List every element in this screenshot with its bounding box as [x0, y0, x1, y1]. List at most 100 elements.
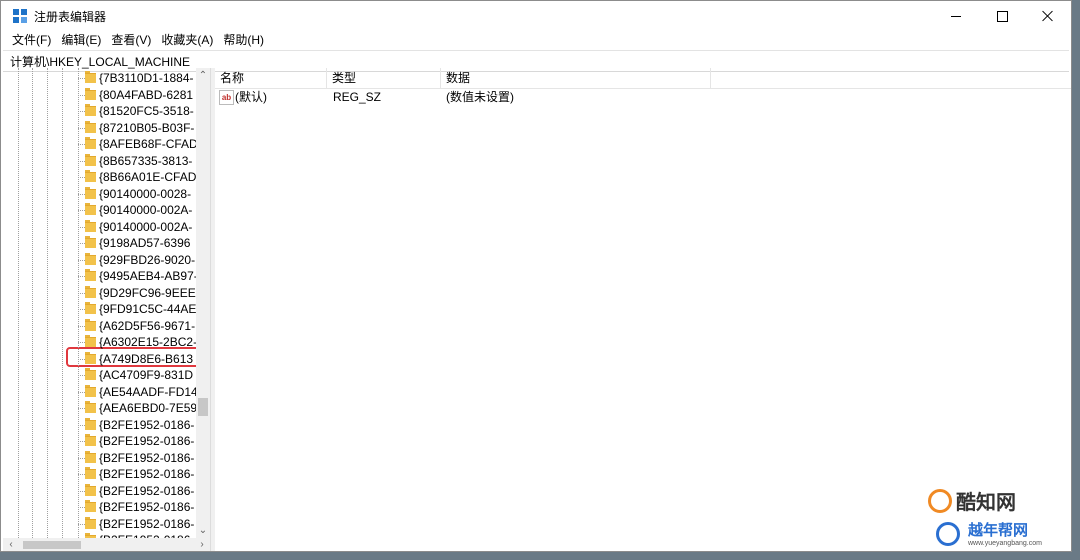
tree-item[interactable]: {B2FE1952-0186-: [3, 450, 196, 467]
registry-editor-window: 注册表编辑器 文件(F) 编辑(E) 查看(V) 收藏夹(A) 帮助(H) 计算…: [0, 0, 1072, 552]
main-content: {7B3110D1-1884- {80A4FABD-6281 {81520FC5-3…: [1, 68, 1071, 551]
tree-connector: [78, 210, 85, 211]
tree-connector: [78, 325, 85, 327]
folder-icon: [85, 500, 96, 512]
scroll-thumb[interactable]: [198, 398, 208, 416]
tree-item[interactable]: {9198AD57-6396: [3, 235, 196, 252]
tree-item[interactable]: {AE54AADF-FD14: [3, 384, 196, 401]
scroll-down-icon[interactable]: ⌄: [198, 526, 208, 536]
tree-item[interactable]: {81520FC5-3518-: [3, 103, 196, 120]
tree-item[interactable]: {90140000-0028-: [3, 186, 196, 203]
folder-icon: [85, 252, 96, 265]
tree-item-label: {B2FE1952-0186-: [99, 467, 195, 481]
tree-connector: [78, 523, 85, 525]
folder-icon: [85, 269, 96, 281]
watermark-logo-2-icon: [936, 522, 960, 546]
tree-item-label: {AE54AADF-FD14: [99, 384, 196, 399]
folder-icon: [85, 434, 96, 446]
menu-favorites[interactable]: 收藏夹(A): [156, 31, 218, 49]
tree-item[interactable]: {B2FE1952-0186-: [3, 466, 196, 483]
column-name-header[interactable]: 名称: [215, 68, 327, 88]
tree-item[interactable]: {A749D8E6-B613: [3, 351, 196, 368]
tree-connector: [78, 424, 85, 426]
tree-connector: [78, 292, 85, 294]
tree-item[interactable]: {87210B05-B03F-: [3, 120, 196, 137]
tree-connector: [78, 160, 85, 162]
folder-icon: [85, 137, 96, 149]
minimize-button[interactable]: [933, 1, 979, 31]
folder-icon: [85, 368, 96, 380]
value-row[interactable]: ab (默认) REG_SZ (数值未设置): [215, 88, 1071, 106]
tree-item-label: {81520FC5-3518-: [99, 104, 194, 118]
tree-item-label: {B2FE1952-0186-: [99, 417, 195, 432]
column-type-header[interactable]: 类型: [327, 68, 441, 88]
tree-item[interactable]: {9FD91C5C-44AE: [3, 301, 196, 318]
tree-item[interactable]: {A62D5F56-9671-: [3, 318, 196, 335]
tree-item[interactable]: {B2FE1952-0186-: [3, 516, 196, 533]
tree-item[interactable]: {B2FE1952-0186-: [3, 499, 196, 516]
tree-item[interactable]: {B2FE1952-0186-: [3, 433, 196, 450]
tree-vertical-scrollbar[interactable]: ⌃ ⌄: [196, 68, 210, 538]
folder-icon: [85, 417, 96, 430]
tree-item[interactable]: {B2FE1952-0186-: [3, 483, 196, 500]
folder-icon: [85, 71, 96, 83]
tree-item[interactable]: {90140000-002A-: [3, 202, 196, 219]
tree-item[interactable]: {8B66A01E-CFAD: [3, 169, 196, 186]
menu-file[interactable]: 文件(F): [7, 31, 56, 49]
folder-icon: [85, 450, 96, 463]
column-data-header[interactable]: 数据: [441, 68, 711, 88]
folder-icon: [85, 335, 96, 347]
folder-icon: [85, 236, 96, 248]
close-button[interactable]: [1025, 1, 1071, 31]
tree-connector: [78, 193, 85, 195]
tree-connector: [78, 490, 85, 492]
tree-connector: [78, 127, 85, 129]
window-title: 注册表编辑器: [34, 9, 107, 24]
scroll-up-icon[interactable]: ⌃: [198, 71, 208, 81]
menu-help[interactable]: 帮助(H): [218, 31, 269, 49]
tree-item[interactable]: {8AFEB68F-CFAD: [3, 136, 196, 153]
scroll-right-icon[interactable]: ›: [196, 539, 208, 551]
tree-item-label: {B2FE1952-0186-: [99, 516, 195, 531]
tree-item-label: {9FD91C5C-44AE: [99, 302, 196, 316]
maximize-button[interactable]: [979, 1, 1025, 31]
menu-edit[interactable]: 编辑(E): [56, 31, 106, 49]
tree-item-label: {90140000-002A-: [99, 219, 193, 234]
tree-connector: [78, 276, 85, 277]
tree-item[interactable]: {9D29FC96-9EEE-: [3, 285, 196, 302]
tree-item[interactable]: {A6302E15-2BC2-: [3, 334, 196, 351]
tree-item[interactable]: {80A4FABD-6281: [3, 87, 196, 104]
folder-icon: [85, 516, 96, 529]
minimize-icon: [951, 15, 961, 17]
folder-icon: [85, 401, 96, 413]
tree-item[interactable]: {8B657335-3813-: [3, 153, 196, 170]
tree-item[interactable]: {90140000-002A-: [3, 219, 196, 236]
column-header: 名称 类型 数据: [215, 68, 1071, 89]
menu-view[interactable]: 查看(V): [106, 31, 156, 49]
tree-connector: [78, 259, 85, 261]
tree-item[interactable]: {B2FE1952-0186-: [3, 417, 196, 434]
tree-item[interactable]: {AEA6EBD0-7E59: [3, 400, 196, 417]
tree-connector: [78, 226, 85, 228]
tree-connector: [78, 94, 85, 96]
folder-icon: [85, 483, 96, 496]
watermark-text-3: www.yueyangbang.com: [968, 540, 1042, 547]
watermark: 酷知网 越年帮网 www.yueyangbang.com: [918, 486, 1078, 556]
scroll-left-icon[interactable]: ‹: [5, 539, 17, 551]
title-bar[interactable]: 注册表编辑器: [1, 1, 1071, 31]
folder-icon: [85, 219, 96, 232]
tree-item-label: {AEA6EBD0-7E59: [99, 401, 196, 415]
tree-item[interactable]: {929FBD26-9020-: [3, 252, 196, 269]
scroll-thumb-horizontal[interactable]: [23, 541, 81, 549]
tree-connector: [78, 408, 85, 409]
tree-item[interactable]: {7B3110D1-1884-: [3, 70, 196, 87]
folder-icon: [85, 87, 96, 100]
folder-icon: [85, 384, 96, 397]
tree-connector: [78, 391, 85, 393]
tree-item[interactable]: {9495AEB4-AB97-: [3, 268, 196, 285]
maximize-icon: [996, 10, 1008, 22]
close-icon: [1042, 10, 1054, 22]
tree-horizontal-scrollbar[interactable]: ‹ ›: [3, 538, 210, 551]
menu-bar: 文件(F) 编辑(E) 查看(V) 收藏夹(A) 帮助(H): [1, 31, 1071, 49]
tree-item[interactable]: {AC4709F9-831D: [3, 367, 196, 384]
